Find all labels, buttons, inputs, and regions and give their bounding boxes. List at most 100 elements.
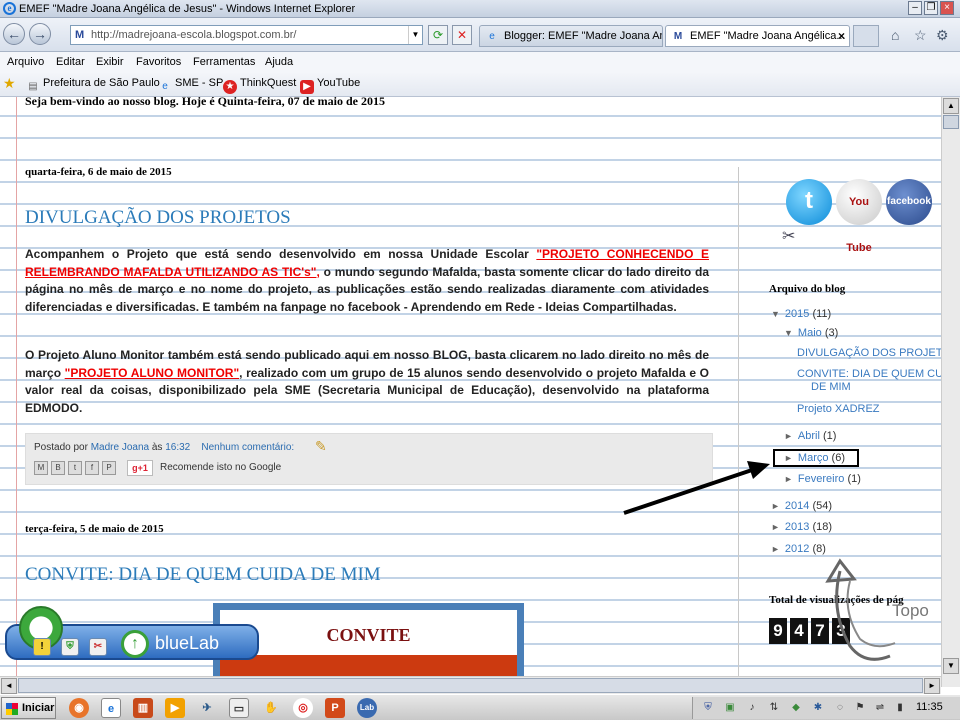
upload-arrow-icon[interactable]: ↑	[121, 630, 149, 658]
archive-2015[interactable]: ▼ 2015 (11)	[771, 308, 831, 320]
vertical-scrollbar[interactable]: ▲ ▼	[941, 97, 960, 687]
menu-editar[interactable]: Editar	[56, 56, 85, 68]
menu-favoritos[interactable]: Favoritos	[136, 56, 181, 68]
tray-nvidia-icon[interactable]: ◆	[789, 701, 803, 715]
clock[interactable]: 11:35	[916, 701, 943, 713]
project-aluno-monitor-link[interactable]: "PROJETO ALUNO MONITOR"	[65, 366, 239, 380]
explorer-icon[interactable]: ▭	[229, 698, 249, 718]
scroll-up-icon[interactable]: ▲	[943, 98, 959, 114]
close-window-button[interactable]: ×	[940, 1, 954, 15]
minimize-button[interactable]: –	[908, 1, 922, 15]
horizontal-scrollbar[interactable]: ◄ ►	[0, 676, 941, 694]
archive-post-convite-cont[interactable]: DE MIM	[811, 381, 851, 393]
archive-post-xadrez[interactable]: Projeto XADREZ	[797, 403, 880, 415]
forward-button[interactable]: →	[29, 23, 51, 45]
tray-lock-icon[interactable]: ▣	[723, 701, 737, 715]
tray-shield-icon[interactable]: ⛨	[701, 701, 715, 715]
media-player-icon[interactable]: ▶	[165, 698, 185, 718]
network-icon[interactable]: ✈	[197, 698, 217, 718]
favorite-thinkquest[interactable]: ★ ThinkQuest	[223, 77, 296, 94]
archive-month-label[interactable]: Maio	[798, 327, 822, 339]
share-pinterest-icon[interactable]: P	[102, 461, 116, 475]
archive-post-convite[interactable]: CONVITE: DIA DE QUEM CU	[797, 368, 941, 380]
archive-year-label[interactable]: 2014	[785, 500, 809, 512]
address-url[interactable]: http://madrejoana-escola.blogspot.com.br…	[91, 29, 296, 41]
tools-icon[interactable]: ✂	[782, 226, 795, 246]
favorite-prefeitura[interactable]: ▤ Prefeitura de São Paulo	[26, 77, 160, 94]
refresh-button[interactable]: ⟳	[428, 25, 448, 45]
post-title[interactable]: DIVULGAÇÃO DOS PROJETOS	[25, 207, 291, 229]
archive-fevereiro[interactable]: ► Fevereiro (1)	[784, 473, 861, 485]
menu-exibir[interactable]: Exibir	[96, 56, 124, 68]
close-tab-icon[interactable]: ×	[838, 29, 845, 43]
triangle-right-icon[interactable]: ►	[771, 522, 780, 532]
post-time-link[interactable]: 16:32	[165, 442, 190, 453]
paint-icon[interactable]: ✋	[261, 698, 281, 718]
back-to-top-button[interactable]: Topo	[820, 551, 940, 681]
share-blogger-icon[interactable]: B	[51, 461, 65, 475]
tools-icon[interactable]: ✂	[89, 638, 107, 656]
scroll-thumb[interactable]	[943, 115, 959, 129]
twitter-icon[interactable]: t	[786, 179, 832, 225]
tray-bluetooth-icon[interactable]: ✱	[811, 701, 825, 715]
back-button[interactable]: ←	[3, 23, 25, 45]
archive-post-divulgacao[interactable]: DIVULGAÇÃO DOS PROJET	[797, 347, 941, 359]
triangle-down-icon[interactable]: ▼	[784, 328, 793, 338]
triangle-right-icon[interactable]: ►	[784, 474, 793, 484]
tab-emef[interactable]: M EMEF "Madre Joana Angélica... ×	[665, 25, 850, 47]
home-icon[interactable]: ⌂	[891, 27, 899, 43]
tray-usb-icon[interactable]: ⇌	[873, 701, 887, 715]
share-facebook-icon[interactable]: f	[85, 461, 99, 475]
menu-ferramentas[interactable]: Ferramentas	[193, 56, 255, 68]
share-twitter-icon[interactable]: t	[68, 461, 82, 475]
comments-link[interactable]: Nenhum comentário:	[201, 442, 294, 453]
archive-maio[interactable]: ▼ Maio (3)	[784, 327, 838, 339]
scroll-down-icon[interactable]: ▼	[943, 658, 959, 674]
favorites-star-icon[interactable]: ☆	[914, 27, 927, 44]
post-title[interactable]: CONVITE: DIA DE QUEM CUIDA DE MIM	[25, 564, 381, 586]
gear-icon[interactable]: ⚙	[936, 27, 949, 44]
tray-power-icon[interactable]: ▮	[893, 701, 907, 715]
chrome-icon[interactable]: ◎	[293, 698, 313, 718]
gplus-button[interactable]: g+1	[127, 460, 153, 476]
powerpoint-icon[interactable]: P	[325, 698, 345, 718]
favorite-sme[interactable]: e SME - SP	[158, 77, 223, 94]
archive-year-label[interactable]: 2013	[785, 521, 809, 533]
bluelab-taskbar-icon[interactable]: Lab	[357, 698, 377, 718]
archive-year-label[interactable]: 2012	[785, 543, 809, 555]
triangle-down-icon[interactable]: ▼	[771, 309, 780, 319]
restore-button[interactable]: ❐	[924, 1, 938, 15]
tray-network-icon[interactable]: ⇅	[767, 701, 781, 715]
tray-flag-icon[interactable]: ⚑	[853, 701, 867, 715]
start-button[interactable]: Iniciar	[1, 697, 56, 719]
triangle-right-icon[interactable]: ►	[771, 501, 780, 511]
chevron-down-icon[interactable]: ▼	[408, 26, 422, 44]
share-email-icon[interactable]: M	[34, 461, 48, 475]
menu-ajuda[interactable]: Ajuda	[265, 56, 293, 68]
archive-2014[interactable]: ► 2014 (54)	[771, 500, 832, 512]
archive-2013[interactable]: ► 2013 (18)	[771, 521, 832, 533]
stop-button[interactable]: ✕	[452, 25, 472, 45]
archive-month-label[interactable]: Fevereiro	[798, 473, 844, 485]
archive-abril[interactable]: ► Abril (1)	[784, 430, 836, 442]
ie-taskbar-icon[interactable]: e	[101, 698, 121, 718]
triangle-right-icon[interactable]: ►	[784, 431, 793, 441]
scroll-right-icon[interactable]: ►	[924, 678, 940, 694]
new-tab-button[interactable]	[853, 25, 879, 47]
facebook-icon[interactable]: facebook	[886, 179, 932, 225]
favorites-star-icon[interactable]: ★	[3, 75, 16, 92]
scroll-left-icon[interactable]: ◄	[1, 678, 17, 694]
address-bar[interactable]: M http://madrejoana-escola.blogspot.com.…	[70, 25, 423, 45]
shield-icon[interactable]: ⛨	[61, 638, 79, 656]
scroll-thumb[interactable]	[18, 678, 923, 693]
youtube-icon[interactable]: You Tube	[836, 179, 882, 254]
triangle-right-icon[interactable]: ►	[771, 544, 780, 554]
author-link[interactable]: Madre Joana	[91, 442, 149, 453]
archive-year-label[interactable]: 2015	[785, 308, 809, 320]
firefox-icon[interactable]: ◉	[69, 698, 89, 718]
tray-antivirus-icon[interactable]: ◌	[833, 701, 847, 715]
edit-pencil-icon[interactable]: ✎	[315, 438, 327, 455]
tray-speaker-icon[interactable]: ♪	[745, 701, 759, 715]
favorite-youtube[interactable]: ▶ YouTube	[300, 77, 360, 94]
tab-blogger[interactable]: e Blogger: EMEF "Madre Joana An...	[479, 25, 663, 47]
